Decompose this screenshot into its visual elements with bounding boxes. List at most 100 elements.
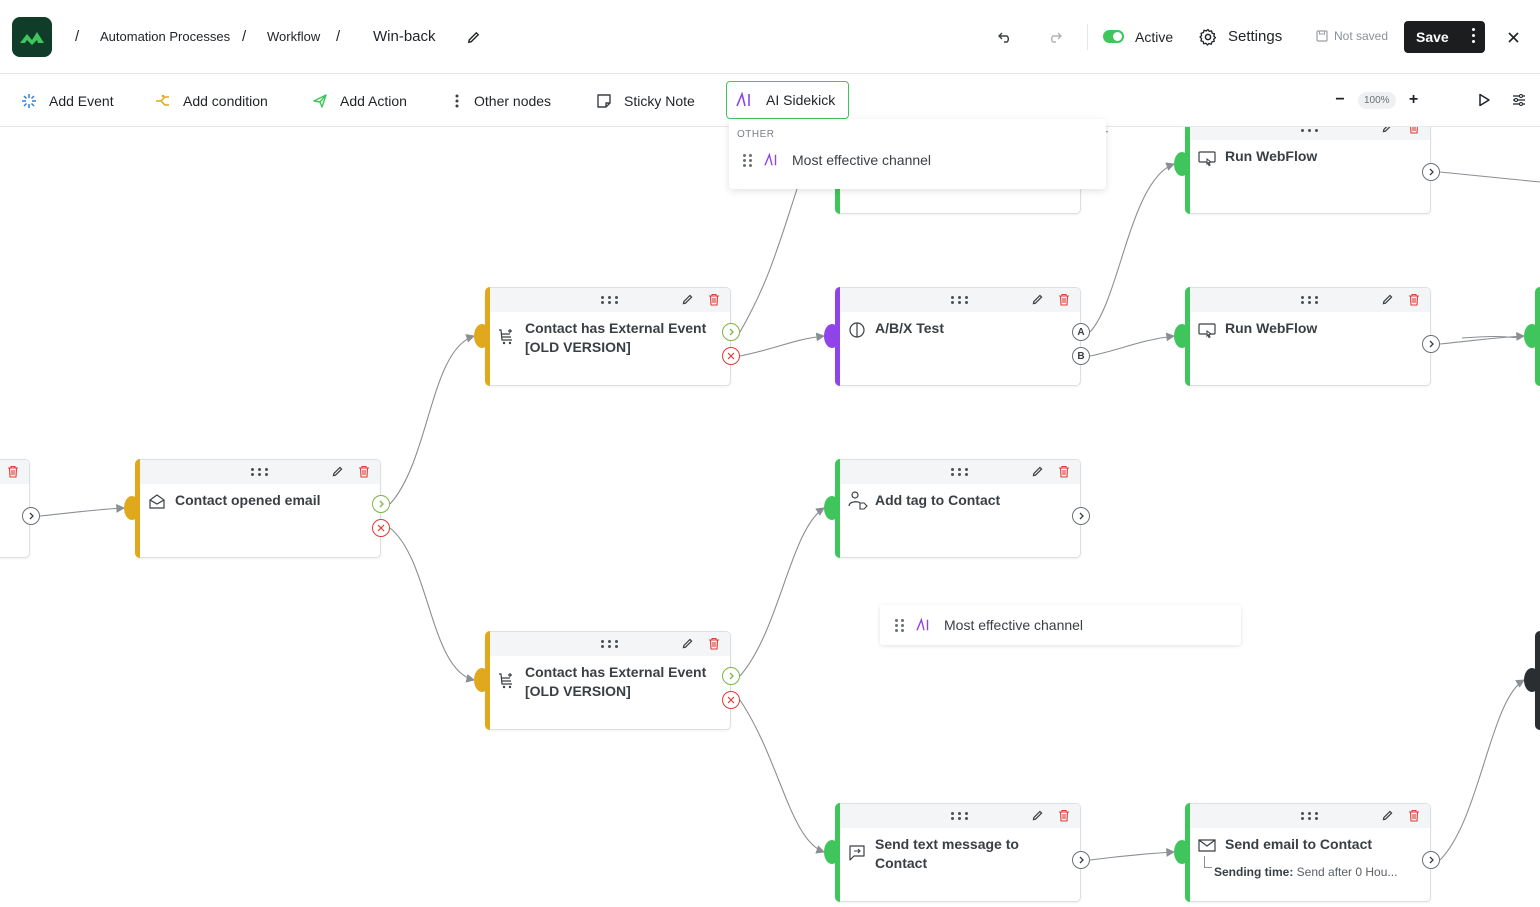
edit-icon[interactable]	[1381, 809, 1394, 822]
other-nodes-label: Other nodes	[474, 92, 552, 109]
node-ab-test[interactable]: A/B/X Test	[835, 287, 1081, 386]
close-icon[interactable]	[1503, 27, 1523, 47]
drag-handle-icon	[895, 618, 904, 632]
delete-icon[interactable]	[7, 465, 19, 478]
settings-gear-icon[interactable]	[1198, 27, 1218, 47]
ai-sidekick-button[interactable]: AI Sidekick	[726, 81, 850, 119]
workflow-canvas[interactable]: Contact opened email Contact has Externa…	[0, 127, 1540, 907]
play-icon[interactable]	[1474, 90, 1494, 110]
node-title: Contact opened email	[175, 492, 321, 508]
input-port[interactable]	[1524, 668, 1540, 692]
dragged-node-preview[interactable]: Most effective channel	[880, 605, 1241, 645]
input-port[interactable]	[824, 496, 840, 520]
node-external-event-top[interactable]: Contact has External Event [OLD VERSION]	[485, 287, 731, 386]
next-port[interactable]	[1422, 851, 1440, 869]
other-nodes-button[interactable]: Other nodes	[452, 74, 551, 127]
drag-handle-icon[interactable]	[1301, 127, 1319, 132]
input-port[interactable]	[474, 668, 490, 692]
edit-icon[interactable]	[681, 293, 694, 306]
edit-icon[interactable]	[1031, 293, 1044, 306]
redo-icon[interactable]	[1045, 27, 1065, 47]
drag-handle-icon[interactable]	[601, 640, 619, 648]
add-event-label: Add Event	[49, 92, 114, 109]
edit-name-icon[interactable]	[463, 27, 483, 47]
next-port[interactable]	[1422, 335, 1440, 353]
drag-handle-icon[interactable]	[1301, 296, 1319, 304]
add-condition-label: Add condition	[183, 92, 268, 109]
delete-icon[interactable]	[708, 637, 720, 650]
delete-icon[interactable]	[1058, 809, 1070, 822]
delete-icon[interactable]	[1408, 293, 1420, 306]
save-options-icon[interactable]	[1471, 28, 1475, 43]
add-event-button[interactable]: Add Event	[21, 74, 114, 127]
edge	[1461, 335, 1521, 339]
settings-button[interactable]: Settings	[1228, 0, 1282, 74]
next-port[interactable]	[1422, 163, 1440, 181]
next-port[interactable]	[1072, 507, 1090, 525]
no-port[interactable]	[722, 347, 740, 365]
next-port[interactable]	[22, 507, 40, 525]
node-run-webflow-2[interactable]: Run WebFlow	[1185, 287, 1431, 386]
delete-icon[interactable]	[358, 465, 370, 478]
node-contact-opened-email[interactable]: Contact opened email	[135, 459, 381, 558]
zoom-level[interactable]: 100%	[1358, 91, 1396, 109]
edit-icon[interactable]	[1381, 127, 1394, 134]
add-action-button[interactable]: Add Action	[312, 74, 407, 127]
no-port[interactable]	[722, 691, 740, 709]
input-port[interactable]	[1174, 840, 1190, 864]
sticky-note-button[interactable]: Sticky Note	[596, 74, 695, 127]
input-port[interactable]	[824, 324, 840, 348]
edit-icon[interactable]	[331, 465, 344, 478]
drag-handle-icon[interactable]	[1301, 812, 1319, 820]
node-run-webflow-1[interactable]: Run WebFlow	[1185, 127, 1431, 214]
zoom-in-button[interactable]: +	[1404, 91, 1424, 109]
node-send-email[interactable]: Send email to Contact Sending time: Send…	[1185, 803, 1431, 902]
no-port[interactable]	[372, 519, 390, 537]
breadcrumb-workflow[interactable]: Workflow	[267, 0, 320, 74]
variant-b-port[interactable]: B	[1072, 347, 1090, 365]
filter-sliders-icon[interactable]	[1509, 90, 1529, 110]
drag-handle-icon[interactable]	[251, 468, 269, 476]
input-port[interactable]	[1524, 324, 1540, 348]
drag-handle-icon[interactable]	[951, 812, 969, 820]
next-port[interactable]	[1072, 851, 1090, 869]
drag-handle-icon[interactable]	[951, 468, 969, 476]
edit-icon[interactable]	[1381, 293, 1394, 306]
drag-handle-icon[interactable]	[601, 296, 619, 304]
delete-icon[interactable]	[1058, 293, 1070, 306]
dropdown-section-heading: OTHER	[737, 129, 775, 140]
event-sparkle-icon	[22, 93, 36, 108]
yes-port[interactable]	[722, 323, 740, 341]
variant-a-port[interactable]: A	[1072, 323, 1090, 341]
undo-icon[interactable]	[995, 27, 1015, 47]
yes-port[interactable]	[722, 667, 740, 685]
node-external-event-bottom[interactable]: Contact has External Event [OLD VERSION]	[485, 631, 731, 730]
input-port[interactable]	[474, 324, 490, 348]
yes-port[interactable]	[372, 495, 390, 513]
drag-handle-icon[interactable]	[951, 296, 969, 304]
edge	[389, 334, 476, 505]
delete-icon[interactable]	[1058, 465, 1070, 478]
input-port[interactable]	[1174, 324, 1190, 348]
edit-icon[interactable]	[1031, 465, 1044, 478]
delete-icon[interactable]	[708, 293, 720, 306]
breadcrumb-automation-processes[interactable]: Automation Processes	[100, 0, 230, 74]
delete-icon[interactable]	[1408, 809, 1420, 822]
input-port[interactable]	[124, 496, 140, 520]
node-title: Run WebFlow	[1225, 320, 1318, 336]
edit-icon[interactable]	[1031, 809, 1044, 822]
node-add-tag[interactable]: Add tag to Contact	[835, 459, 1081, 558]
drag-handle-icon[interactable]	[743, 153, 752, 167]
zoom-out-button[interactable]: −	[1330, 91, 1350, 109]
dropdown-item-most-effective-channel[interactable]: Most effective channel	[743, 152, 931, 168]
add-condition-button[interactable]: Add condition	[155, 74, 268, 127]
active-toggle[interactable]	[1103, 30, 1124, 43]
app-logo[interactable]	[12, 17, 52, 57]
save-button[interactable]: Save	[1404, 21, 1485, 53]
node-title: A/B/X Test	[875, 320, 944, 336]
delete-icon[interactable]	[1408, 127, 1420, 134]
input-port[interactable]	[824, 840, 840, 864]
edit-icon[interactable]	[681, 637, 694, 650]
node-send-text[interactable]: Send text message to Contact	[835, 803, 1081, 902]
input-port[interactable]	[1174, 152, 1190, 176]
